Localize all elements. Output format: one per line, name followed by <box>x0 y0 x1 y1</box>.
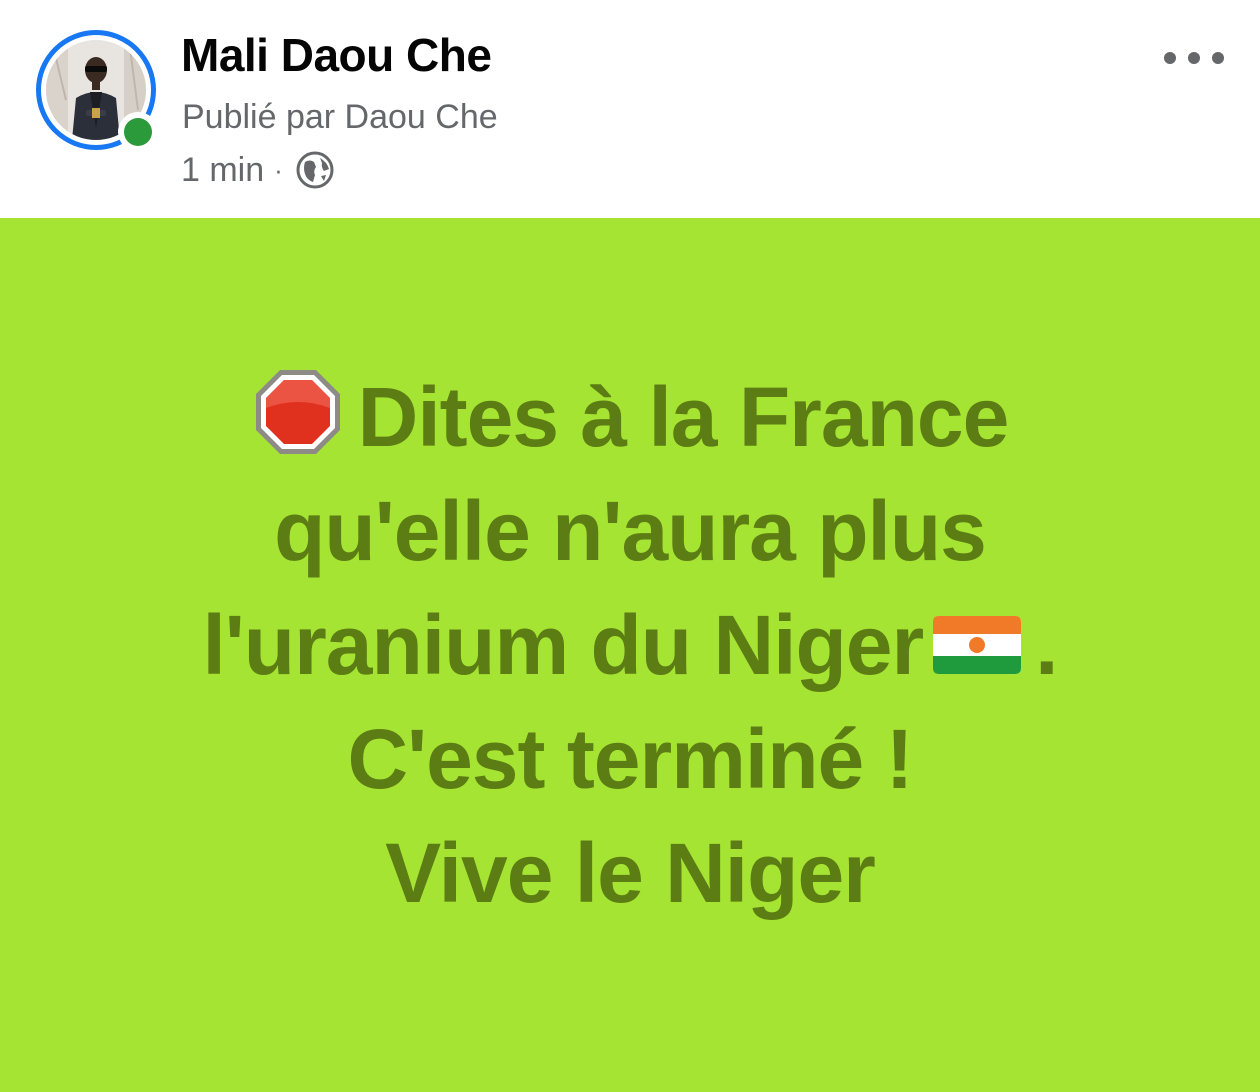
facebook-post: Mali Daou Che Publié par Daou Che 1 min … <box>0 0 1260 1092</box>
post-text: Dites à la France qu'elle n'aura plus l'… <box>0 360 1260 930</box>
post-text-line-4: C'est terminé ! <box>347 712 913 806</box>
more-options-icon[interactable] <box>1164 40 1224 76</box>
published-by-label[interactable]: Publié par Daou Che <box>182 98 498 137</box>
post-time[interactable]: 1 min <box>181 151 264 190</box>
post-text-line-3-text: l'uranium du Niger <box>202 598 924 692</box>
post-text-line-5: Vive le Niger <box>385 826 876 920</box>
page-name[interactable]: Mali Daou Che <box>181 28 492 82</box>
meta-separator: · <box>274 154 283 185</box>
niger-flag-icon <box>933 616 1022 674</box>
post-text-line-1-text: Dites à la France <box>357 370 1010 464</box>
post-text-line-3-end: . <box>1035 598 1058 692</box>
online-status-indicator <box>118 112 158 152</box>
post-meta: 1 min · <box>181 150 335 190</box>
globe-icon[interactable] <box>295 150 335 190</box>
post-text-line-2: qu'elle n'aura plus <box>274 484 987 578</box>
post-background-card: Dites à la France qu'elle n'aura plus l'… <box>0 218 1260 1092</box>
post-text-line-3: l'uranium du Niger . <box>0 588 1260 702</box>
stop-sign-icon <box>255 370 340 454</box>
post-text-line-1: Dites à la France <box>0 360 1260 474</box>
post-header: Mali Daou Che Publié par Daou Che 1 min … <box>0 0 1260 218</box>
